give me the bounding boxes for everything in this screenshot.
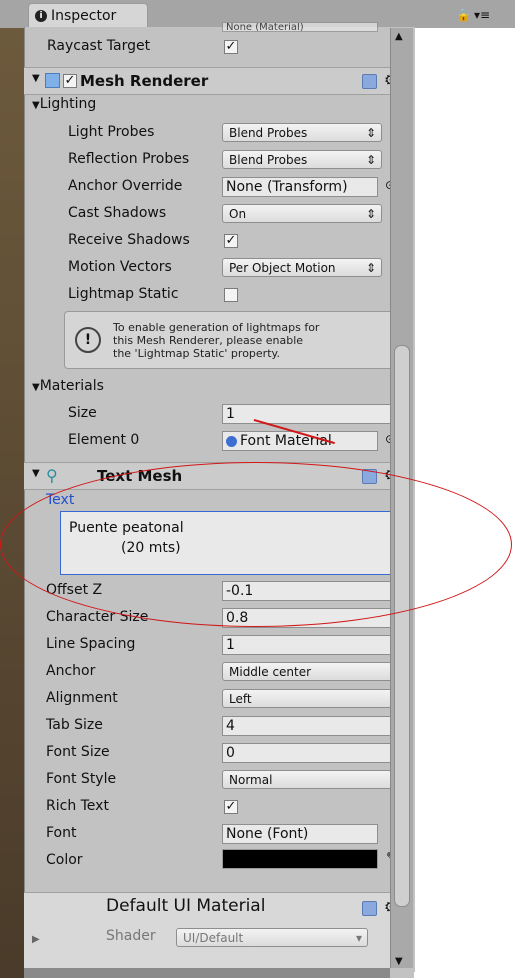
light-probes-dropdown[interactable]: Blend Probes ⇕	[222, 123, 382, 142]
anchor-label: Anchor	[46, 663, 96, 679]
anchor-dropdown[interactable]: Middle center⇕	[222, 662, 406, 681]
mesh-renderer-icon	[45, 73, 60, 88]
color-swatch[interactable]	[222, 849, 378, 869]
scroll-down-icon[interactable]: ▼	[395, 956, 403, 967]
font-size-label: Font Size	[46, 744, 110, 760]
mesh-renderer-title: Mesh Renderer	[80, 72, 209, 90]
menu-icon[interactable]: ▾≡	[474, 8, 490, 22]
line-spacing-label: Line Spacing	[46, 636, 136, 652]
line-spacing-field[interactable]: 1	[222, 635, 406, 655]
material-sphere-icon	[226, 435, 237, 447]
color-label: Color	[46, 852, 83, 868]
warning-icon: !	[75, 327, 101, 353]
element-0-label: Element 0	[68, 432, 140, 448]
motion-vectors-label: Motion Vectors	[68, 259, 172, 275]
receive-shadows-label: Receive Shadows	[68, 232, 190, 248]
anchor-override-field[interactable]: None (Transform)	[222, 177, 378, 197]
info-icon: i	[35, 9, 47, 22]
reflection-probes-label: Reflection Probes	[68, 151, 190, 167]
materials-label[interactable]: ▼Materials	[32, 378, 104, 394]
mesh-renderer-header[interactable]: ▼ ✓ Mesh Renderer ⚙	[24, 67, 397, 95]
material-field[interactable]: None (Material)	[222, 22, 378, 32]
shader-dropdown[interactable]: UI/Default ▾	[176, 928, 368, 947]
light-probes-label: Light Probes	[68, 124, 155, 140]
rich-text-label: Rich Text	[46, 798, 109, 814]
bottom-strip	[24, 968, 390, 978]
text-mesh-icon: ⚲	[46, 466, 58, 485]
red-annotation-circle	[0, 462, 512, 627]
tab-size-field[interactable]: 4	[222, 716, 406, 736]
size-label: Size	[68, 405, 97, 421]
font-style-label: Font Style	[46, 771, 117, 787]
shader-label: Shader	[106, 928, 156, 944]
scrollbar-thumb[interactable]	[394, 345, 410, 907]
foldout-arrow-icon[interactable]: ▼	[32, 468, 40, 479]
help-line-2: this Mesh Renderer, please enable	[113, 333, 304, 347]
scene-strip	[0, 28, 24, 978]
font-label: Font	[46, 825, 77, 841]
tab-title: Inspector	[51, 7, 117, 24]
tab-inspector[interactable]: i Inspector	[28, 3, 148, 27]
raycast-target-checkbox[interactable]: ✓	[224, 40, 238, 54]
rich-text-checkbox[interactable]: ✓	[224, 800, 238, 814]
anchor-override-label: Anchor Override	[68, 178, 183, 194]
alignment-label: Alignment	[46, 690, 118, 706]
reflection-probes-dropdown[interactable]: Blend Probes ⇕	[222, 150, 382, 169]
font-size-field[interactable]: 0	[222, 743, 406, 763]
cast-shadows-label: Cast Shadows	[68, 205, 167, 221]
lightmap-static-label: Lightmap Static	[68, 286, 179, 302]
lighting-label[interactable]: ▼Lighting	[32, 96, 96, 112]
help-line-1: To enable generation of lightmaps for	[113, 320, 320, 334]
alignment-dropdown[interactable]: Left⇕	[222, 689, 406, 708]
mesh-renderer-enabled-checkbox[interactable]: ✓	[63, 74, 77, 88]
size-field[interactable]: 1	[222, 404, 406, 424]
scroll-up-icon[interactable]: ▲	[395, 31, 403, 42]
lock-icon[interactable]: 🔒	[456, 8, 471, 22]
lightmap-static-checkbox[interactable]	[224, 288, 238, 302]
font-field[interactable]: None (Font)	[222, 824, 378, 844]
default-material-title: Default UI Material	[106, 896, 266, 916]
help-line-3: the 'Lightmap Static' property.	[113, 346, 280, 360]
foldout-arrow-icon[interactable]: ▶	[32, 934, 40, 945]
foldout-arrow-icon[interactable]: ▼	[32, 73, 40, 84]
tab-size-label: Tab Size	[46, 717, 103, 733]
raycast-target-label: Raycast Target	[47, 38, 151, 54]
help-book-icon[interactable]	[362, 901, 377, 916]
help-book-icon[interactable]	[362, 74, 377, 89]
font-style-dropdown[interactable]: Normal⇕	[222, 770, 406, 789]
lightmap-help-box: ! To enable generation of lightmaps for …	[64, 311, 402, 369]
receive-shadows-checkbox[interactable]: ✓	[224, 234, 238, 248]
cast-shadows-dropdown[interactable]: On ⇕	[222, 204, 382, 223]
motion-vectors-dropdown[interactable]: Per Object Motion ⇕	[222, 258, 382, 277]
